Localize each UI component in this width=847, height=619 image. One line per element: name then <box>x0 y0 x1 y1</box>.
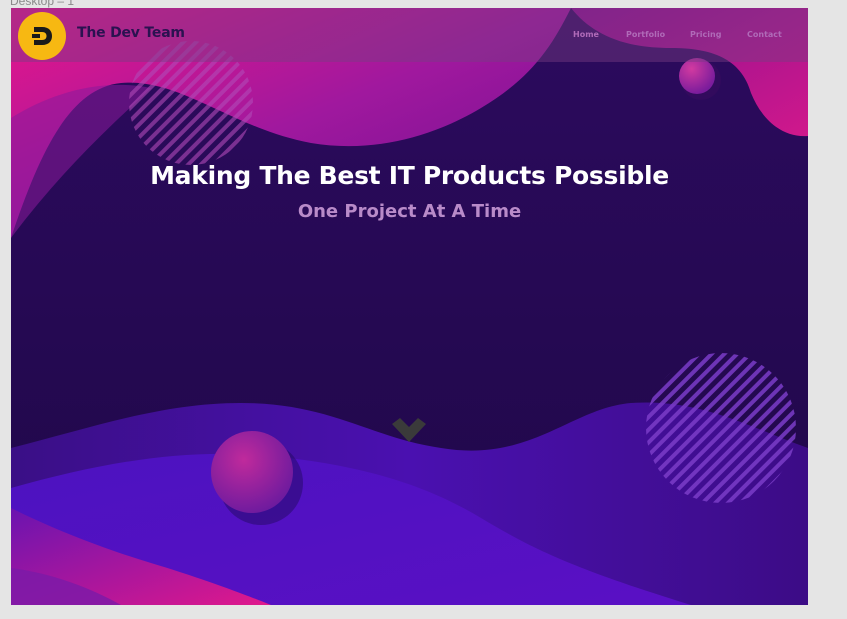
d-logo-icon <box>32 27 52 45</box>
nav-link-portfolio[interactable]: Portfolio <box>626 30 665 39</box>
artboard-label: Desktop – 1 <box>10 0 75 8</box>
hero-title: Making The Best IT Products Possible <box>150 161 669 190</box>
hero-subtitle: One Project At A Time <box>297 201 522 222</box>
nav-link-contact[interactable]: Contact <box>747 30 782 39</box>
nav-link-home[interactable]: Home <box>573 30 599 39</box>
fluid-background <box>11 8 808 605</box>
brand-name: The Dev Team <box>77 25 185 41</box>
chevron-down-icon <box>392 418 426 442</box>
hero-page: The Dev Team Home Portfolio Pricing Cont… <box>11 8 808 605</box>
nav-link-pricing[interactable]: Pricing <box>690 30 721 39</box>
logo[interactable] <box>18 12 66 60</box>
navbar: The Dev Team Home Portfolio Pricing Cont… <box>11 8 808 62</box>
scroll-down-button[interactable] <box>390 418 428 446</box>
